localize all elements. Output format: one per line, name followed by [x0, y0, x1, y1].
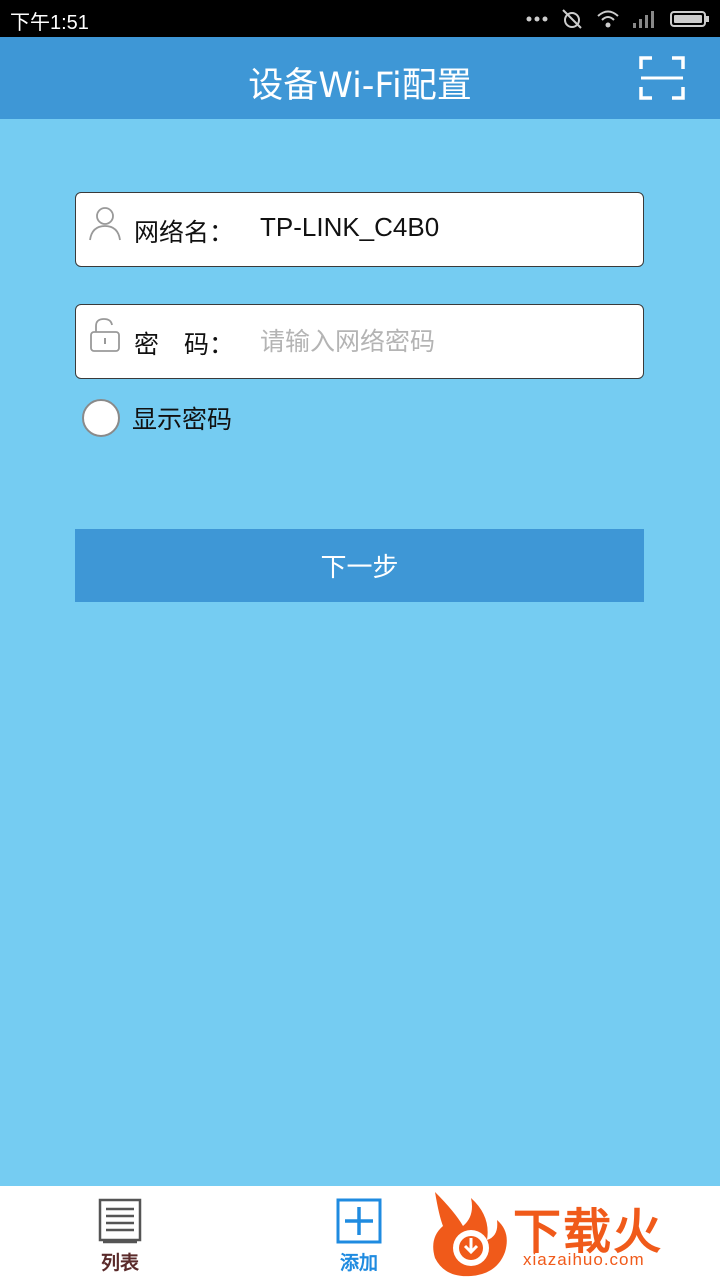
- scan-frame-icon: [639, 56, 685, 100]
- add-icon: [336, 1198, 382, 1244]
- next-button[interactable]: 下一步: [75, 529, 644, 602]
- user-icon: [89, 207, 121, 241]
- password-input[interactable]: [260, 321, 630, 361]
- nav-add-label: 添加: [339, 1252, 378, 1274]
- nav-item-add[interactable]: 添加: [309, 1186, 409, 1280]
- unlock-icon: [90, 318, 120, 352]
- wifi-icon: [597, 10, 619, 28]
- password-field[interactable]: 密 码：: [75, 304, 644, 379]
- ssid-field[interactable]: 网络名： TP-LINK_C4B0: [75, 192, 644, 267]
- status-time: 下午1:51: [10, 12, 89, 34]
- scan-button[interactable]: [638, 55, 686, 101]
- watermark-domain: xiazaihuo.com: [523, 1250, 645, 1269]
- ssid-value: TP-LINK_C4B0: [260, 212, 440, 242]
- more-dots-icon: [526, 16, 548, 22]
- flame-logo-icon: [433, 1192, 507, 1277]
- show-password-toggle[interactable]: 显示密码: [82, 398, 232, 438]
- page-title: 设备Wi-Fi配置: [248, 66, 472, 106]
- battery-icon: [670, 11, 709, 27]
- app-bar: 设备Wi-Fi配置: [0, 37, 720, 119]
- list-icon: [98, 1198, 142, 1244]
- nav-list-label: 列表: [100, 1252, 139, 1274]
- status-icons: [526, 6, 710, 32]
- status-bar: 下午1:51: [0, 0, 720, 37]
- watermark: 下载火 xiazaihuo.com: [425, 1186, 720, 1280]
- signal-icon: [633, 11, 654, 28]
- ssid-label: 网络名：: [134, 218, 235, 247]
- show-password-radio[interactable]: [82, 399, 120, 437]
- alarm-off-icon: [562, 9, 582, 29]
- nav-item-list[interactable]: 列表: [70, 1186, 170, 1280]
- show-password-label: 显示密码: [132, 405, 233, 434]
- password-label: 密 码：: [134, 330, 235, 359]
